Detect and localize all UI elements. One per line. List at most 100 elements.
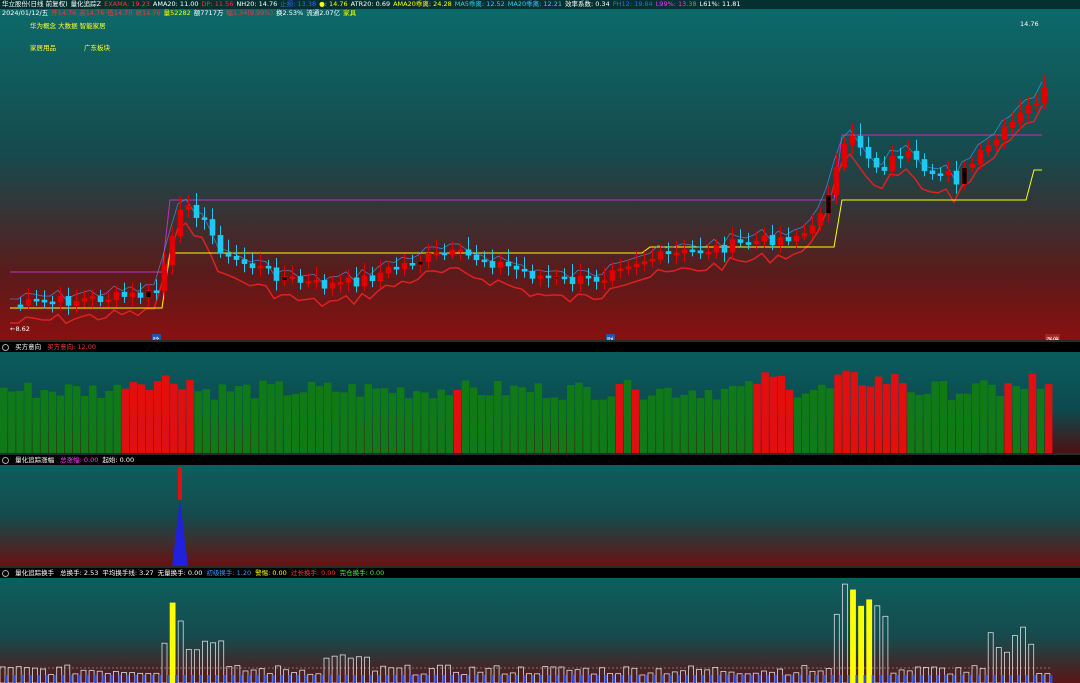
candle-body — [321, 280, 328, 289]
buyer-intent-pane[interactable]: 买方意向 买方意向: 12.00 — [0, 342, 1080, 455]
baseline-turnover-bar — [1009, 675, 1012, 683]
intent-bar — [421, 392, 429, 455]
turnover-bar — [769, 671, 775, 683]
turnover-bar — [501, 673, 508, 683]
gain-value-0: 总涨幅: 0.00 — [60, 456, 99, 464]
baseline-turnover-bar — [693, 675, 696, 683]
intent-bar — [437, 389, 445, 455]
intent-bar — [170, 383, 178, 455]
candle-body — [297, 276, 304, 283]
panel-values: 总换手: 2.53 平均换手线: 3.27 无量换手: 0.00 初级换手: 1.20… — [60, 569, 388, 577]
turnover-bar — [777, 668, 783, 683]
baseline-turnover-bar — [442, 675, 445, 683]
turnover-bar — [364, 656, 370, 683]
gain-tracking-header: 量化追踪涨幅 总涨幅: 0.00 起始: 0.00 — [0, 455, 1080, 465]
candle-body — [577, 275, 584, 285]
turnover-bar — [1020, 626, 1026, 683]
candle-body — [361, 275, 368, 287]
candle-body — [785, 236, 792, 242]
candle-body — [129, 292, 136, 297]
intent-bar — [1036, 388, 1045, 455]
candle-body — [81, 298, 88, 302]
settings-icon[interactable] — [2, 343, 9, 351]
intent-bar — [413, 391, 421, 455]
turnover-bar — [509, 672, 516, 683]
turnover-bar — [850, 589, 856, 683]
baseline-turnover-bar — [604, 675, 607, 683]
candle-body — [561, 276, 568, 280]
candle-body — [585, 275, 592, 279]
candle-body — [33, 298, 40, 302]
candle-body — [401, 263, 408, 269]
baseline-turnover-bar — [871, 675, 875, 683]
baseline-turnover-bar — [450, 675, 453, 683]
settings-icon[interactable] — [2, 569, 9, 577]
intent-bar — [672, 397, 680, 455]
intent-bar — [0, 387, 8, 455]
panel-title: 买方意向 — [15, 343, 42, 351]
gain-value-1: 起始: 0.00 — [102, 456, 135, 464]
candle-body — [481, 259, 488, 263]
intent-bar — [267, 384, 275, 455]
turnover-bar — [15, 666, 22, 683]
candle-body — [505, 261, 512, 267]
intent-bar — [307, 381, 316, 455]
intent-bar — [405, 398, 413, 455]
intent-bar — [980, 380, 988, 455]
candle-body — [553, 276, 560, 280]
gain-tracking-pane[interactable]: 量化追踪涨幅 总涨幅: 0.00 起始: 0.00 — [0, 455, 1080, 568]
turnover-bar — [712, 666, 719, 683]
candle-body — [513, 265, 520, 270]
intent-bar — [785, 389, 794, 455]
candle-body — [777, 236, 784, 246]
baseline-turnover-bar — [985, 675, 988, 683]
intent-bar — [494, 381, 502, 455]
candle-body — [873, 157, 880, 168]
baseline-turnover-bar — [928, 675, 931, 683]
candle-body — [753, 240, 760, 245]
candle-body — [233, 255, 240, 260]
price-chart-pane[interactable]: 华立股份(日线 前复权) 量化追踪Z EXAMA: 19.23 AMA20: 11.0… — [0, 0, 1080, 342]
candle-body — [329, 282, 336, 289]
candle-body — [121, 291, 128, 297]
baseline-turnover-bar — [401, 675, 405, 683]
baseline-turnover-bar — [474, 675, 478, 683]
intent-bar — [923, 393, 931, 455]
turnover-bar — [258, 668, 265, 683]
turnover-tracking-pane[interactable]: 量化追踪换手 总换手: 2.53 平均换手线: 3.27 无量换手: 0.00 初级换… — [0, 568, 1080, 683]
intent-bar — [866, 386, 875, 455]
intent-bar — [915, 395, 923, 455]
candle-body — [617, 268, 624, 272]
turnover-bar — [88, 670, 95, 683]
turnover-bar — [7, 667, 14, 683]
intent-bar — [283, 395, 291, 455]
baseline-turnover-bar — [1001, 675, 1004, 683]
turnover-bar — [161, 642, 168, 683]
gain-tracking-chart — [0, 467, 1050, 568]
candle-body — [945, 170, 952, 176]
turnover-bar — [242, 670, 249, 683]
intent-bar — [178, 389, 186, 455]
baseline-turnover-bar — [369, 675, 372, 683]
intent-bar — [801, 393, 810, 455]
settings-icon[interactable] — [2, 456, 9, 464]
candle-body — [1001, 126, 1008, 141]
turnover-bar — [347, 657, 354, 683]
candle-body — [801, 233, 808, 237]
turnover-bar — [882, 615, 889, 683]
turnover-bar — [113, 670, 119, 683]
turnover-bar — [752, 672, 759, 683]
candle-body — [273, 267, 280, 281]
intent-bar — [105, 390, 113, 455]
intent-bar — [348, 384, 356, 455]
intent-bar — [396, 387, 405, 455]
baseline-turnover-bar — [248, 675, 251, 683]
turnover-bar — [631, 667, 638, 683]
intent-bar — [56, 395, 65, 455]
baseline-turnover-bar — [29, 675, 32, 683]
turnover-bar — [671, 671, 678, 683]
turnover-bar — [1044, 673, 1051, 683]
intent-bar — [656, 388, 664, 455]
baseline-turnover-bar — [1049, 675, 1053, 683]
candle-body — [65, 296, 72, 306]
